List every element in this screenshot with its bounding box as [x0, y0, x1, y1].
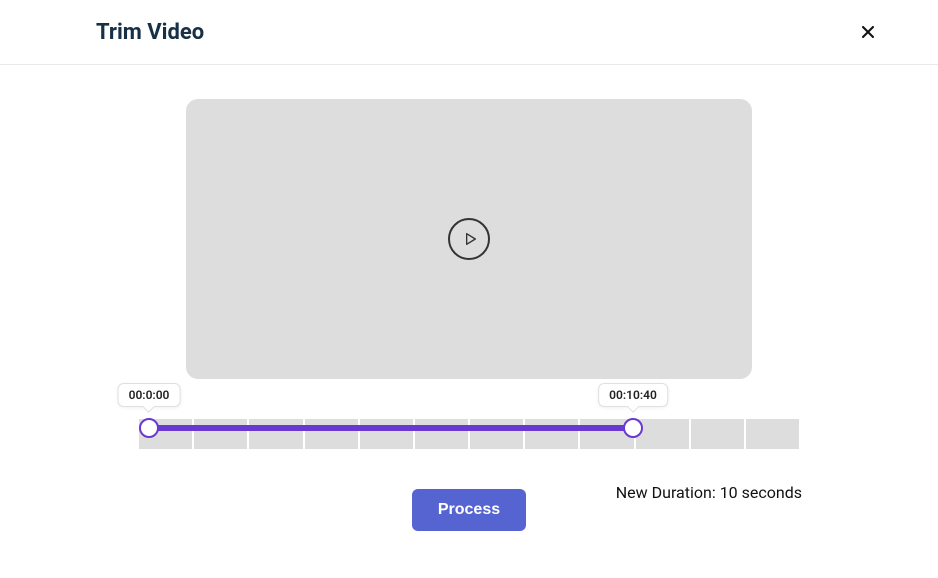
video-preview [186, 99, 752, 379]
modal-content: 00:0:00 00:10:40 [0, 65, 938, 531]
slider-segment [360, 419, 413, 449]
slider-segment [415, 419, 468, 449]
slider-segment [525, 419, 578, 449]
trim-video-modal: Trim Video 00:0:00 00:10:40 [0, 0, 938, 578]
close-button[interactable] [854, 18, 882, 46]
slider-segment [636, 419, 689, 449]
close-icon [858, 22, 878, 42]
slider-segment [249, 419, 302, 449]
modal-header: Trim Video [0, 0, 938, 65]
new-duration-label: New Duration: 10 seconds [616, 483, 802, 502]
modal-title: Trim Video [96, 20, 204, 45]
slider-segment [580, 419, 633, 449]
slider-segment [194, 419, 247, 449]
slider-segment [470, 419, 523, 449]
slider-segment [746, 419, 799, 449]
slider-segments [139, 419, 799, 449]
slider-segment [139, 419, 192, 449]
trim-slider[interactable]: 00:0:00 00:10:40 [139, 419, 799, 449]
modal-footer: New Duration: 10 seconds Process [0, 449, 938, 531]
end-time-tooltip: 00:10:40 [598, 383, 668, 407]
start-time-tooltip: 00:0:00 [118, 383, 181, 407]
play-icon [462, 231, 478, 247]
process-button[interactable]: Process [412, 489, 526, 531]
slider-segment [305, 419, 358, 449]
slider-segment [691, 419, 744, 449]
play-button[interactable] [448, 218, 490, 260]
